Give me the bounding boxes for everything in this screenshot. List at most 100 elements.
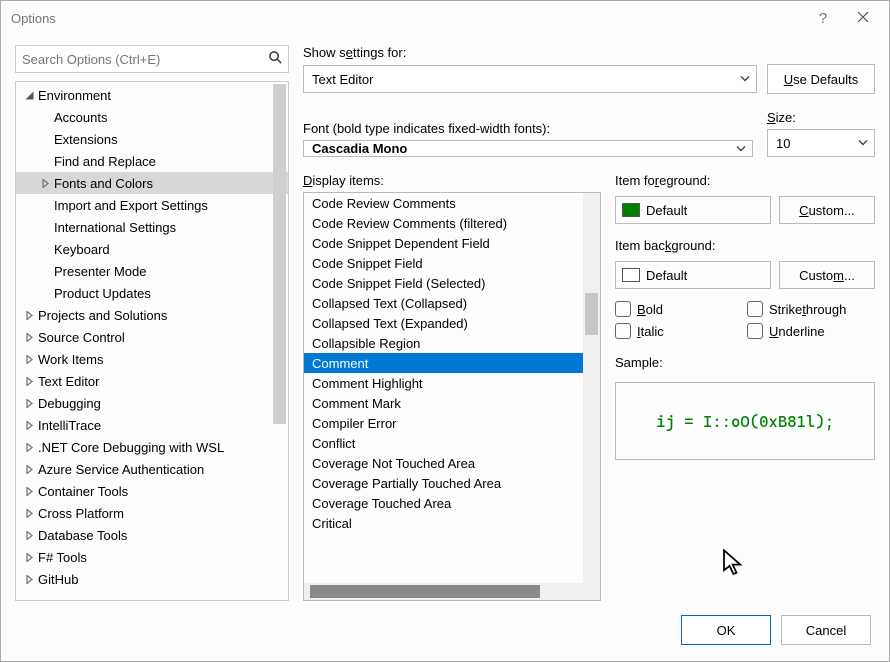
font-label: Font (bold type indicates fixed-width fo… xyxy=(303,121,753,136)
tree-item-label: Container Tools xyxy=(38,484,128,499)
search-icon xyxy=(268,50,283,68)
strikethrough-checkbox[interactable]: Strikethrough xyxy=(747,301,875,317)
expander-collapsed-icon[interactable] xyxy=(22,396,36,410)
expander-collapsed-icon[interactable] xyxy=(38,176,52,190)
display-item[interactable]: Comment Mark xyxy=(304,393,600,413)
right-column: Show settings for: Text Editor Use Defau… xyxy=(303,45,875,601)
tree-item-label: Cross Platform xyxy=(38,506,124,521)
display-item[interactable]: Collapsed Text (Expanded) xyxy=(304,313,600,333)
tree-item-label: Presenter Mode xyxy=(54,264,147,279)
tree-item-label: Keyboard xyxy=(54,242,110,257)
show-settings-value: Text Editor xyxy=(312,72,373,87)
tree-list[interactable]: Environment Accounts ExtensionsFind and Re… xyxy=(16,82,288,600)
help-button[interactable]: ? xyxy=(803,3,843,33)
help-icon: ? xyxy=(819,10,827,27)
tree-item[interactable]: GitHub xyxy=(16,568,288,590)
chevron-down-icon xyxy=(858,136,868,151)
expander-collapsed-icon[interactable] xyxy=(22,572,36,586)
tree-item[interactable]: Debugging xyxy=(16,392,288,414)
tree-item[interactable]: Environment xyxy=(16,84,288,106)
foreground-select[interactable]: Default xyxy=(615,196,771,224)
expander-collapsed-icon[interactable] xyxy=(22,418,36,432)
list-vscroll-thumb[interactable] xyxy=(585,293,598,335)
display-item[interactable]: Compiler Error xyxy=(304,413,600,433)
tree-item[interactable]: Import and Export Settings xyxy=(16,194,288,216)
category-tree: Environment Accounts ExtensionsFind and Re… xyxy=(15,81,289,601)
chevron-down-icon xyxy=(740,72,750,87)
tree-item[interactable]: Find and Replace xyxy=(16,150,288,172)
tree-item[interactable]: Azure Service Authentication xyxy=(16,458,288,480)
expander-collapsed-icon[interactable] xyxy=(22,352,36,366)
expander-collapsed-icon[interactable] xyxy=(22,484,36,498)
tree-item[interactable]: International Settings xyxy=(16,216,288,238)
size-select[interactable]: 10 xyxy=(767,129,875,157)
display-item[interactable]: Conflict xyxy=(304,433,600,453)
background-select[interactable]: Default xyxy=(615,261,771,289)
tree-scrollbar[interactable] xyxy=(273,84,286,424)
display-item[interactable]: Critical xyxy=(304,513,600,533)
show-settings-select[interactable]: Text Editor xyxy=(303,65,757,93)
list-vscroll-track[interactable] xyxy=(583,193,600,600)
underline-checkbox[interactable]: Underline xyxy=(747,323,875,339)
foreground-value: Default xyxy=(646,203,687,218)
tree-item[interactable]: .NET Core Debugging with WSL xyxy=(16,436,288,458)
tree-item-label: Work Items xyxy=(38,352,104,367)
tree-item[interactable]: Fonts and Colors xyxy=(16,172,288,194)
display-item[interactable]: Collapsed Text (Collapsed) xyxy=(304,293,600,313)
list-hscroll-track[interactable] xyxy=(304,583,583,600)
tree-item[interactable]: Accounts xyxy=(16,106,288,128)
ok-button[interactable]: OK xyxy=(681,615,771,645)
expander-collapsed-icon[interactable] xyxy=(22,308,36,322)
expander-expanded-icon[interactable] xyxy=(22,88,36,102)
tree-item-label: .NET Core Debugging with WSL xyxy=(38,440,224,455)
display-item[interactable]: Code Review Comments (filtered) xyxy=(304,213,600,233)
display-items-listbox[interactable]: Code Review CommentsCode Review Comments… xyxy=(303,192,601,601)
tree-item[interactable]: Container Tools xyxy=(16,480,288,502)
display-item[interactable]: Code Snippet Field (Selected) xyxy=(304,273,600,293)
foreground-custom-button[interactable]: Custom... xyxy=(779,196,875,224)
expander-collapsed-icon[interactable] xyxy=(22,506,36,520)
display-item[interactable]: Comment xyxy=(304,353,600,373)
display-item[interactable]: Comment Highlight xyxy=(304,373,600,393)
expander-collapsed-icon[interactable] xyxy=(22,550,36,564)
expander-collapsed-icon[interactable] xyxy=(22,462,36,476)
expander-collapsed-icon[interactable] xyxy=(22,330,36,344)
cancel-button[interactable]: Cancel xyxy=(781,615,871,645)
tree-item[interactable]: Projects and Solutions xyxy=(16,304,288,326)
tree-item[interactable]: Text Editor xyxy=(16,370,288,392)
tree-item[interactable]: Presenter Mode xyxy=(16,260,288,282)
checkbox-icon xyxy=(747,323,763,339)
bold-checkbox[interactable]: Bold xyxy=(615,301,743,317)
background-label: Item background: xyxy=(615,238,875,253)
display-item[interactable]: Code Snippet Field xyxy=(304,253,600,273)
tree-item[interactable]: Database Tools xyxy=(16,524,288,546)
display-item[interactable]: Code Snippet Dependent Field xyxy=(304,233,600,253)
expander-collapsed-icon[interactable] xyxy=(22,528,36,542)
foreground-label: Item foreground: xyxy=(615,173,875,188)
use-defaults-button[interactable]: Use Defaults xyxy=(767,64,875,94)
tree-item[interactable]: Keyboard xyxy=(16,238,288,260)
tree-item[interactable]: F# Tools xyxy=(16,546,288,568)
tree-item-label: IntelliTrace xyxy=(38,418,101,433)
tree-item[interactable]: Extensions xyxy=(16,128,288,150)
display-item[interactable]: Code Review Comments xyxy=(304,193,600,213)
titlebar: Options ? xyxy=(1,1,889,35)
display-item[interactable]: Coverage Partially Touched Area xyxy=(304,473,600,493)
list-hscroll-thumb[interactable] xyxy=(310,585,540,598)
italic-checkbox[interactable]: Italic xyxy=(615,323,743,339)
tree-item[interactable]: Source Control xyxy=(16,326,288,348)
display-item[interactable]: Collapsible Region xyxy=(304,333,600,353)
background-custom-button[interactable]: Custom... xyxy=(779,261,875,289)
tree-item[interactable]: Product Updates xyxy=(16,282,288,304)
expander-collapsed-icon[interactable] xyxy=(22,440,36,454)
tree-item[interactable]: Cross Platform xyxy=(16,502,288,524)
tree-item[interactable]: Work Items xyxy=(16,348,288,370)
tree-item-label: Accounts xyxy=(54,110,107,125)
search-input[interactable] xyxy=(15,45,289,73)
display-item[interactable]: Coverage Not Touched Area xyxy=(304,453,600,473)
close-button[interactable] xyxy=(843,3,883,33)
expander-collapsed-icon[interactable] xyxy=(22,374,36,388)
display-item[interactable]: Coverage Touched Area xyxy=(304,493,600,513)
tree-item[interactable]: IntelliTrace xyxy=(16,414,288,436)
font-select[interactable]: Cascadia Mono xyxy=(303,140,753,157)
